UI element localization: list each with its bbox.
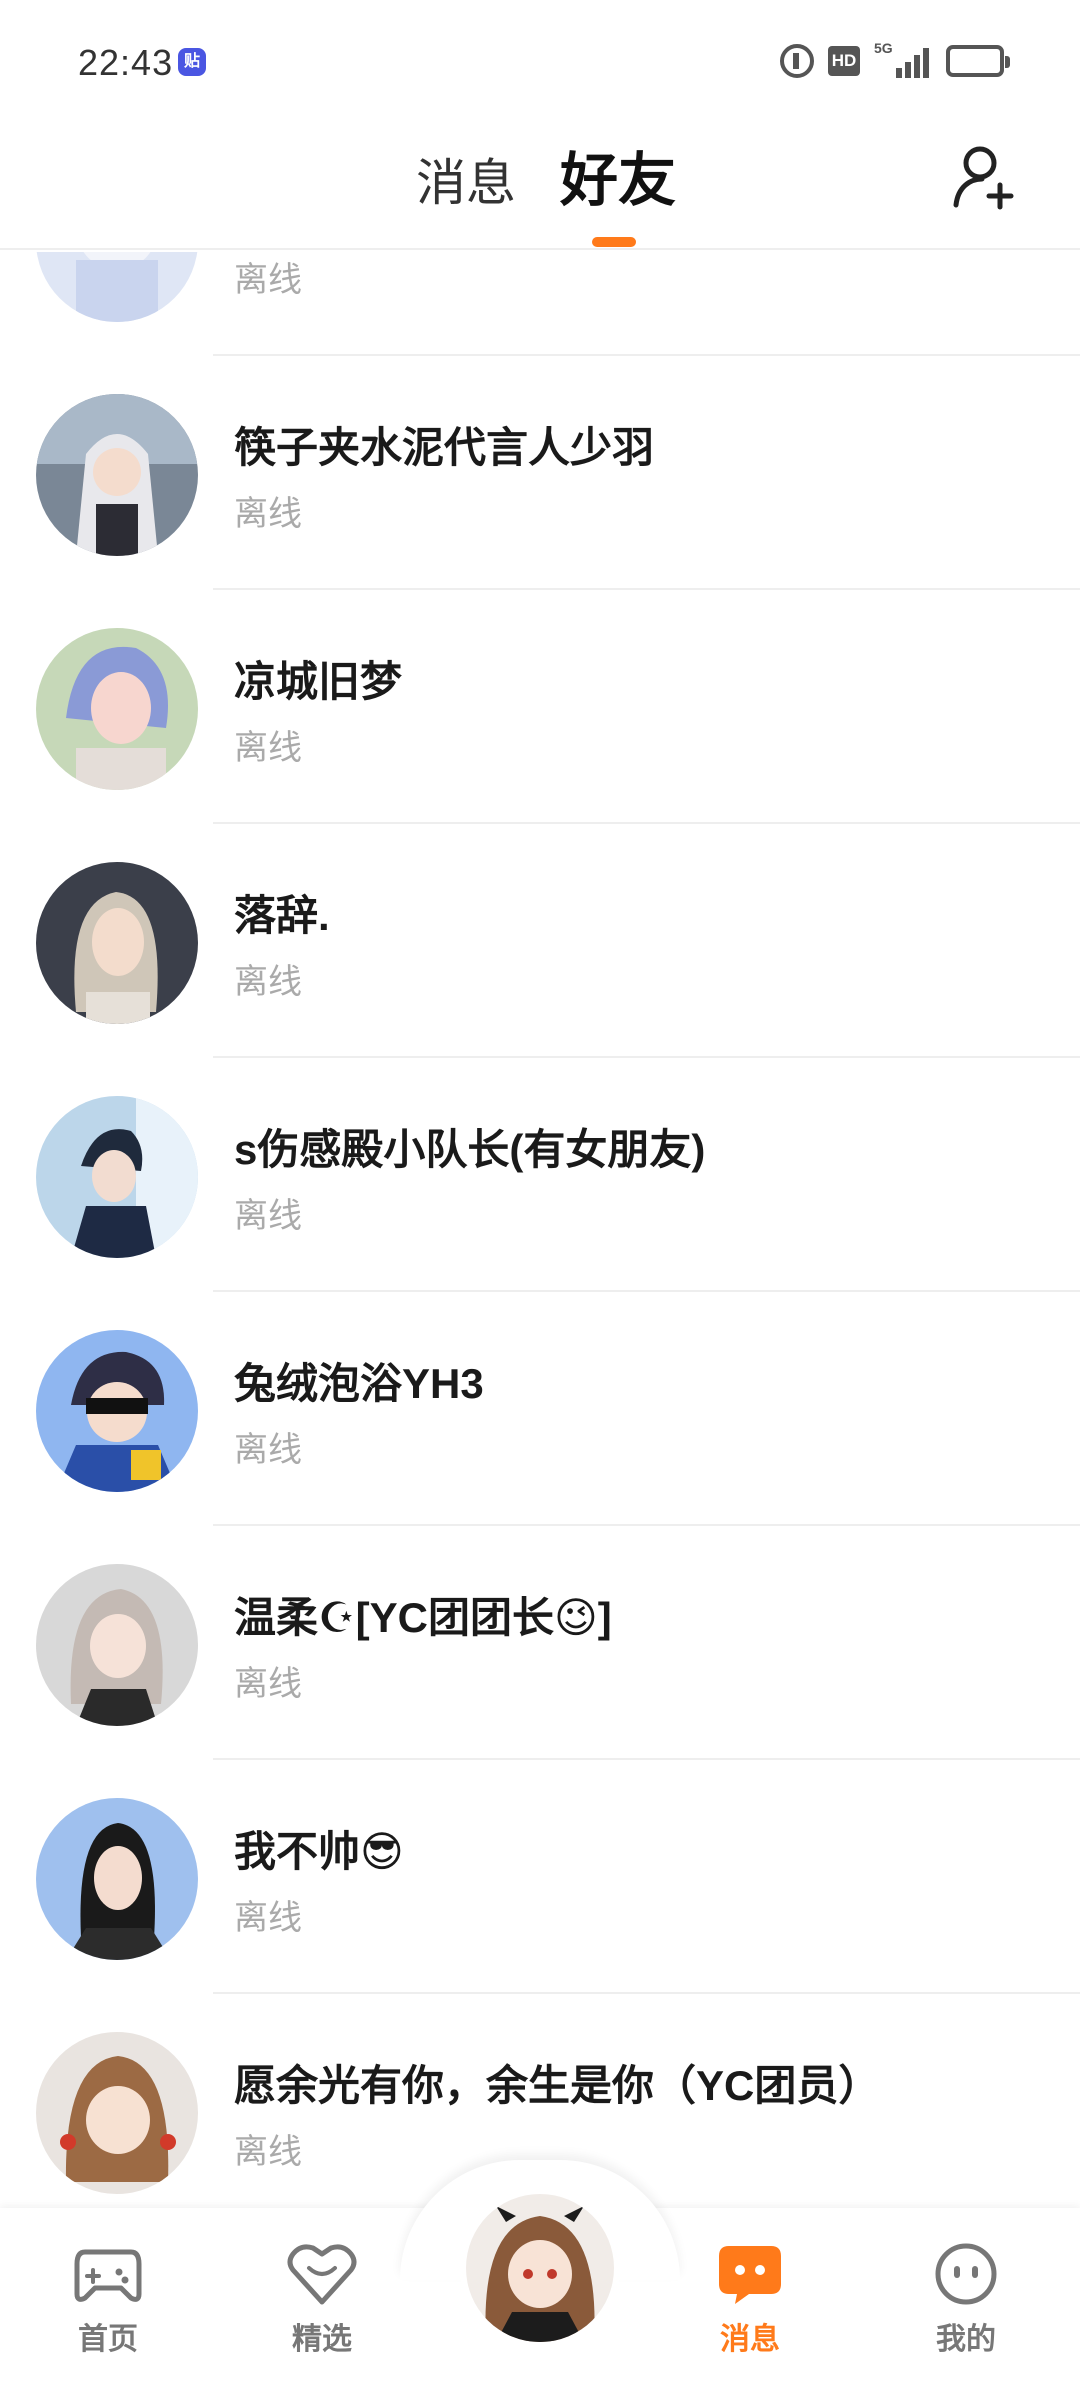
- friend-status: 离线: [234, 1431, 302, 1469]
- nav-label: 我的: [936, 2323, 996, 2356]
- hd-voice-icon: HD: [828, 46, 860, 76]
- status-bar: 22:43 贴 HD 5G: [0, 0, 1080, 125]
- friend-row[interactable]: 落辞. 离线: [0, 824, 1080, 1058]
- nav-home[interactable]: 首页: [38, 2242, 178, 2358]
- nav-label: 消息: [720, 2323, 780, 2356]
- friend-status: 离线: [234, 2133, 302, 2171]
- tab-friends[interactable]: 好友: [560, 133, 676, 217]
- heart-shield-icon: [287, 2242, 357, 2306]
- friend-row[interactable]: 兔绒泡浴YH3 离线: [0, 1292, 1080, 1526]
- signal-icon: 5G: [874, 40, 932, 78]
- avatar[interactable]: [36, 1798, 198, 1960]
- friend-name: 兔绒泡浴YH3: [234, 1360, 484, 1407]
- face-icon: [931, 2242, 1001, 2306]
- add-friend-button[interactable]: [950, 141, 1020, 211]
- avatar[interactable]: [36, 1096, 198, 1258]
- gamepad-icon: [73, 2242, 143, 2306]
- nav-label: 首页: [78, 2323, 138, 2356]
- battery-icon: [946, 45, 1010, 77]
- friend-status: 离线: [234, 261, 302, 299]
- nav-label: 精选: [292, 2323, 352, 2356]
- friend-name: s伤感殿小队长(有女朋友): [234, 1126, 706, 1173]
- center-avatar-button[interactable]: [460, 2188, 620, 2348]
- avatar[interactable]: [36, 2032, 198, 2194]
- avatar: [466, 2194, 614, 2342]
- friend-list[interactable]: 离线 筷子夹水泥代言人少羽 离线 凉城旧梦 离线 落辞. 离线 s伤感殿小队长(…: [0, 252, 1080, 2212]
- friend-status: 离线: [234, 1197, 302, 1235]
- status-time: 22:43: [78, 42, 174, 83]
- avatar[interactable]: [36, 394, 198, 556]
- avatar[interactable]: [36, 1564, 198, 1726]
- app-notification-icon: 贴: [178, 48, 206, 76]
- nav-profile[interactable]: 我的: [896, 2242, 1036, 2358]
- data-saver-icon: [780, 44, 814, 78]
- friend-name: 我不帅😎: [234, 1828, 404, 1875]
- avatar[interactable]: [36, 628, 198, 790]
- friend-row[interactable]: 离线: [0, 252, 1080, 356]
- nav-featured[interactable]: 精选: [252, 2242, 392, 2358]
- add-user-icon: [953, 146, 1014, 210]
- friend-status: 离线: [234, 1899, 302, 1937]
- friend-status: 离线: [234, 1665, 302, 1703]
- nav-messages[interactable]: 消息: [680, 2242, 820, 2358]
- top-header: 消息 好友: [0, 125, 1080, 250]
- friend-status: 离线: [234, 729, 302, 767]
- avatar[interactable]: [36, 252, 198, 322]
- friend-name: 温柔☪[YC团团长😉]: [234, 1594, 612, 1641]
- active-tab-indicator: [592, 237, 636, 247]
- bottom-navigation: 首页 精选 消息 我的: [0, 2160, 1080, 2388]
- friend-row[interactable]: 筷子夹水泥代言人少羽 离线: [0, 356, 1080, 590]
- avatar[interactable]: [36, 862, 198, 1024]
- status-icons: HD 5G: [780, 40, 1010, 78]
- friend-status: 离线: [234, 495, 302, 533]
- friend-status: 离线: [234, 963, 302, 1001]
- friend-name: 落辞.: [234, 892, 330, 939]
- friend-row[interactable]: 我不帅😎 离线: [0, 1760, 1080, 1994]
- friend-name: 凉城旧梦: [234, 658, 403, 705]
- friend-row[interactable]: s伤感殿小队长(有女朋友) 离线: [0, 1058, 1080, 1292]
- chat-bubble-icon: [715, 2242, 785, 2306]
- friend-name: 愿余光有你，余生是你（YC团员）: [234, 2062, 881, 2109]
- friend-name: 筷子夹水泥代言人少羽: [234, 424, 655, 471]
- tab-messages[interactable]: 消息: [416, 143, 516, 215]
- friend-row[interactable]: 凉城旧梦 离线: [0, 590, 1080, 824]
- avatar[interactable]: [36, 1330, 198, 1492]
- friend-row[interactable]: 温柔☪[YC团团长😉] 离线: [0, 1526, 1080, 1760]
